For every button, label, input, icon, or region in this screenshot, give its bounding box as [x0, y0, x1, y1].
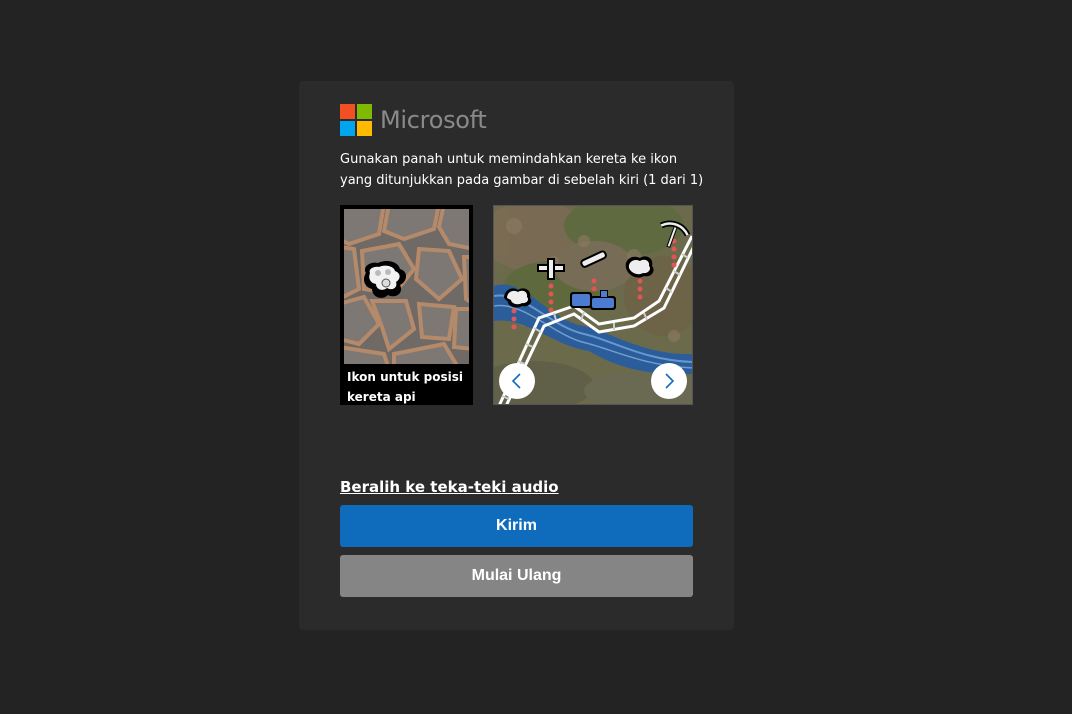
- microsoft-logo: Microsoft: [340, 103, 487, 136]
- logo-text: Microsoft: [380, 105, 487, 134]
- reference-panel: Ikon untuk posisi kereta api: [340, 205, 473, 405]
- chevron-left-icon: [511, 373, 521, 389]
- chevron-right-icon: [665, 373, 675, 389]
- restart-button[interactable]: Mulai Ulang: [340, 555, 693, 597]
- reference-image: [344, 209, 469, 364]
- microsoft-logo-icon: [340, 103, 372, 136]
- next-arrow-button[interactable]: [651, 363, 687, 399]
- captcha-card: Microsoft Gunakan panah untuk memindahka…: [299, 81, 734, 630]
- instructions-text: Gunakan panah untuk memindahkan kereta k…: [340, 152, 704, 188]
- submit-button[interactable]: Kirim: [340, 505, 693, 547]
- reference-caption: Ikon untuk posisi kereta api: [347, 370, 463, 404]
- audio-puzzle-link[interactable]: Beralih ke teka-teki audio: [340, 478, 559, 496]
- prev-arrow-button[interactable]: [499, 363, 535, 399]
- puzzle-scene[interactable]: [493, 205, 693, 405]
